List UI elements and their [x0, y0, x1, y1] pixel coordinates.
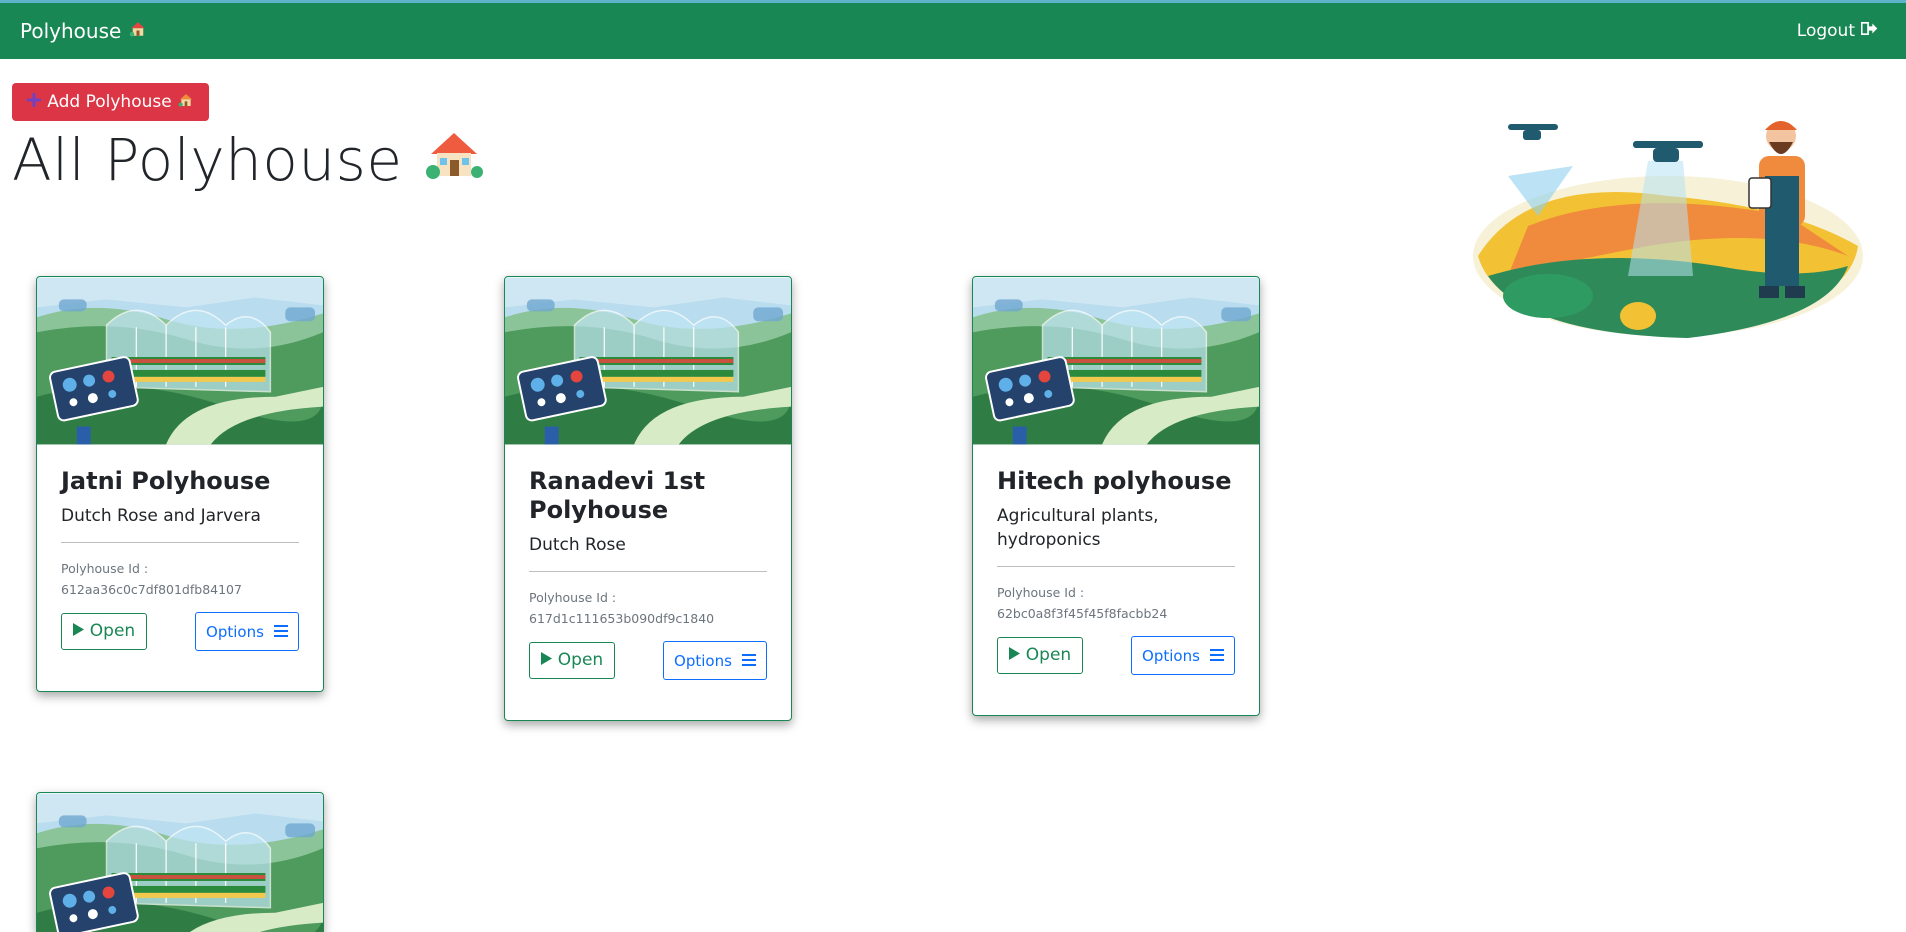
page-title: All Polyhouse: [12, 126, 483, 194]
polyhouse-card: Ranadevi 1st Polyhouse Dutch Rose Polyho…: [504, 276, 792, 721]
card-divider: [997, 566, 1235, 567]
options-label: Options: [206, 622, 264, 641]
options-label: Options: [674, 651, 732, 670]
card-subtitle: Agricultural plants, hydroponics: [997, 506, 1159, 550]
card-subtitle: Dutch Rose and Jarvera: [61, 506, 261, 526]
polyhouse-id-value: 612aa36c0c7df801dfb84107: [61, 582, 242, 597]
menu-icon: [741, 652, 756, 670]
polyhouse-id-value: 617d1c111653b090df9c1840: [529, 611, 715, 626]
polyhouse-id-value: 62bc0a8f3f45f45f8facbb24: [997, 606, 1168, 621]
menu-icon: [1209, 647, 1224, 665]
options-button[interactable]: Options: [663, 641, 767, 680]
house-icon: [129, 19, 147, 43]
card-title: Jatni Polyhouse: [61, 467, 271, 495]
open-button[interactable]: Open: [529, 641, 615, 679]
open-button[interactable]: Open: [997, 636, 1083, 674]
play-icon: [540, 650, 552, 670]
play-icon: [1008, 645, 1020, 665]
options-label: Options: [1142, 646, 1200, 665]
options-button[interactable]: Options: [1131, 636, 1235, 675]
logout-label: Logout: [1796, 21, 1855, 41]
polyhouse-card: Hitech polyhouse Agricultural plants, hy…: [972, 276, 1260, 716]
logout-button[interactable]: Logout: [1797, 21, 1878, 41]
plus-icon: [27, 92, 42, 112]
menu-icon: [273, 623, 288, 641]
polyhouse-card: [36, 792, 324, 932]
navbar: Polyhouse Logout: [0, 3, 1906, 59]
greenhouse-image: [37, 793, 323, 932]
card-divider: [61, 542, 299, 543]
options-button[interactable]: Options: [195, 612, 299, 651]
sign-out-icon: [1860, 21, 1878, 41]
card-title: Hitech polyhouse: [997, 467, 1232, 495]
card-divider: [529, 571, 767, 572]
greenhouse-image: [973, 277, 1259, 445]
polyhouse-id-label: Polyhouse Id :: [61, 561, 149, 576]
greenhouse-image: [505, 277, 791, 445]
house-icon: [425, 126, 483, 194]
brand[interactable]: Polyhouse: [20, 19, 147, 43]
card-title: Ranadevi 1st Polyhouse: [529, 467, 706, 524]
add-polyhouse-button[interactable]: Add Polyhouse: [12, 83, 209, 121]
farmer-drone-illustration: [1473, 121, 1863, 338]
card-subtitle: Dutch Rose: [529, 535, 626, 555]
greenhouse-image: [37, 277, 323, 445]
polyhouse-id-label: Polyhouse Id :: [997, 585, 1085, 600]
play-icon: [72, 621, 84, 641]
open-button[interactable]: Open: [61, 612, 147, 650]
open-label: Open: [1025, 645, 1072, 665]
house-icon: [178, 92, 194, 113]
open-label: Open: [557, 650, 604, 670]
open-label: Open: [89, 621, 136, 641]
polyhouse-id-label: Polyhouse Id :: [529, 590, 617, 605]
page-title-text: All Polyhouse: [12, 126, 403, 194]
add-polyhouse-label: Add Polyhouse: [47, 92, 172, 112]
brand-label: Polyhouse: [20, 19, 122, 43]
polyhouse-card: Jatni Polyhouse Dutch Rose and Jarvera P…: [36, 276, 324, 692]
